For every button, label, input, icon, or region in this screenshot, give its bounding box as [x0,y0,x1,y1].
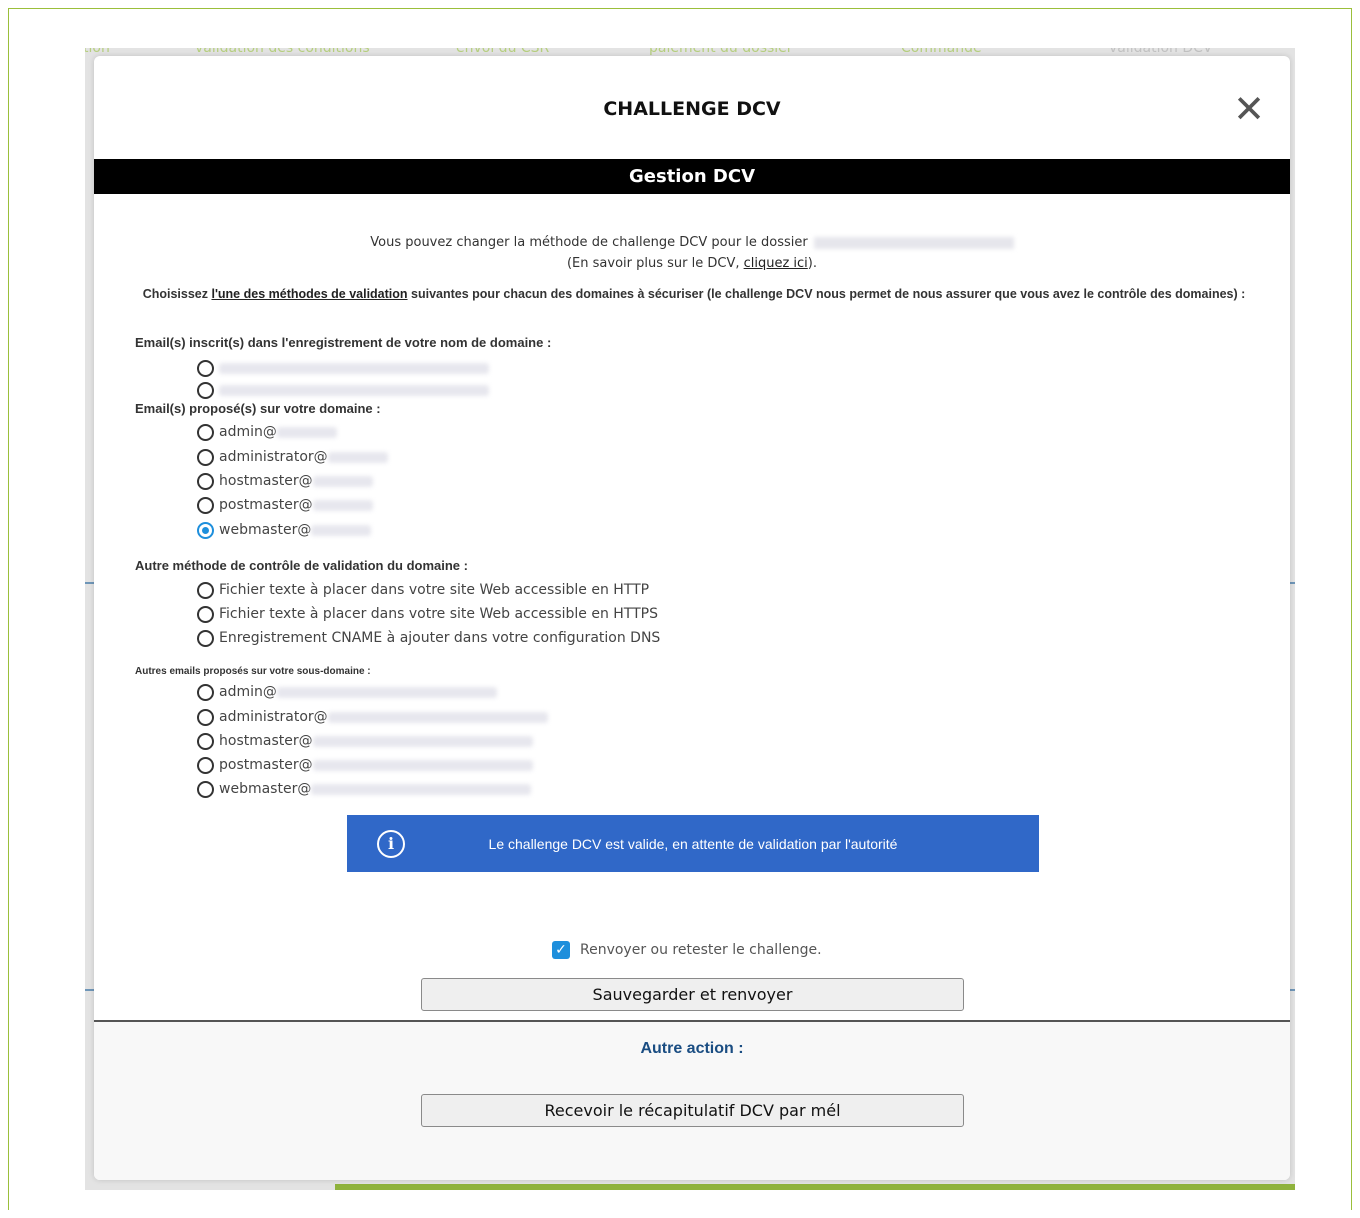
radio-button[interactable] [197,381,214,399]
http-file-option[interactable]: Fichier texte à placer dans votre site W… [197,580,649,600]
section-bar: Gestion DCV [94,159,1290,194]
redacted-domain [327,451,388,463]
proposed-option-administrator[interactable]: administrator@ [197,447,388,467]
choose-suffix: suivantes pour chacun des domaines à séc… [407,287,1246,301]
redacted-subdomain [312,735,533,747]
option-label: postmaster@ [219,497,313,513]
methods-link: l'une des méthodes de validation [211,287,408,301]
redacted-email [219,384,489,396]
radio-button[interactable] [197,605,214,623]
proposed-option-hostmaster[interactable]: hostmaster@ [197,471,373,491]
redacted-file-id [813,236,1014,249]
redacted-subdomain [276,686,497,698]
step-label: validation DCV [1109,48,1213,56]
bg-progress-bar [335,1184,1295,1190]
step-label: envoi du CSR [456,48,550,56]
step-label: paiement du dossier [649,48,793,56]
other-action-heading: Autre action : [640,1040,744,1057]
subdomain-heading: Autres emails proposés sur votre sous-do… [135,666,371,677]
radio-button[interactable] [197,708,214,726]
step-label: tion [85,48,110,56]
choose-instructions: Choisissez l'une des méthodes de validat… [120,286,1268,302]
proposed-option-webmaster[interactable]: webmaster@ [197,520,372,540]
option-label: webmaster@ [219,781,312,797]
option-label: administrator@ [219,449,328,465]
radio-button[interactable] [197,629,214,647]
radio-button[interactable] [197,683,214,701]
option-label: hostmaster@ [219,473,313,489]
save-and-resend-button[interactable]: Sauvegarder et renvoyer [421,978,964,1011]
proposed-heading: Email(s) proposé(s) sur votre domaine : [135,401,381,416]
resend-checkbox-label: Renvoyer ou retester le challenge. [580,942,822,958]
radio-button-selected[interactable] [197,521,214,539]
step-label: validation des conditions [195,48,370,56]
radio-button[interactable] [197,780,214,798]
proposed-option-postmaster[interactable]: postmaster@ [197,495,373,515]
redacted-email [219,362,489,374]
intro-line2-suffix: ). [807,256,818,271]
redacted-subdomain [311,783,532,795]
resend-checkbox[interactable]: ✓ [552,941,570,959]
subdomain-option-administrator[interactable]: administrator@ [197,707,548,727]
proposed-option-admin[interactable]: admin@ [197,422,337,442]
redacted-subdomain [312,759,533,771]
redacted-domain [276,426,337,438]
resend-checkbox-row[interactable]: ✓ Renvoyer ou retester le challenge. [552,940,822,960]
subdomain-option-hostmaster[interactable]: hostmaster@ [197,731,533,751]
radio-button[interactable] [197,756,214,774]
option-label: admin@ [219,684,277,700]
subdomain-option-admin[interactable]: admin@ [197,682,497,702]
intro-line1: Vous pouvez changer la méthode de challe… [370,235,808,250]
redacted-subdomain [327,711,548,723]
radio-button[interactable] [197,423,214,441]
modal-title: CHALLENGE DCV [603,98,781,120]
choose-prefix: Choisissez [142,287,212,301]
radio-button[interactable] [197,581,214,599]
dcv-modal: CHALLENGE DCV ✕ Gestion DCV Vous pouvez … [94,56,1290,1180]
status-info-box: i Le challenge DCV est valide, en attent… [347,815,1039,872]
receive-recap-button[interactable]: Recevoir le récapitulatif DCV par mél [421,1094,964,1127]
intro-line2-prefix: (En savoir plus sur le DCV, [566,256,744,271]
radio-button[interactable] [197,732,214,750]
close-icon[interactable]: ✕ [1232,90,1266,128]
redacted-domain [311,524,372,536]
option-label: hostmaster@ [219,733,313,749]
section-divider [94,1020,1290,1022]
intro-text: Vous pouvez changer la méthode de challe… [94,232,1290,274]
option-label: postmaster@ [219,757,313,773]
redacted-domain [312,499,373,511]
step-label: Commande [901,48,982,56]
radio-button[interactable] [197,472,214,490]
registrant-email-option[interactable] [197,380,489,400]
option-label: admin@ [219,424,277,440]
radio-button[interactable] [197,496,214,514]
option-label: webmaster@ [219,522,312,538]
registrant-email-option[interactable] [197,358,489,378]
https-file-option[interactable]: Fichier texte à placer dans votre site W… [197,604,658,624]
info-message: Le challenge DCV est valide, en attente … [488,835,898,852]
subdomain-option-webmaster[interactable]: webmaster@ [197,779,532,799]
cname-option[interactable]: Enregistrement CNAME à ajouter dans votr… [197,628,660,648]
redacted-domain [312,475,373,487]
option-label: Fichier texte à placer dans votre site W… [219,606,658,622]
option-label: Enregistrement CNAME à ajouter dans votr… [219,630,661,646]
subdomain-option-postmaster[interactable]: postmaster@ [197,755,533,775]
option-label: administrator@ [219,709,328,725]
radio-button[interactable] [197,359,214,377]
radio-button[interactable] [197,448,214,466]
other-method-heading: Autre méthode de contrôle de validation … [135,558,468,573]
option-label: Fichier texte à placer dans votre site W… [219,582,650,598]
learn-more-link[interactable]: cliquez ici [744,256,808,271]
registrant-heading: Email(s) inscrit(s) dans l'enregistremen… [135,335,552,350]
